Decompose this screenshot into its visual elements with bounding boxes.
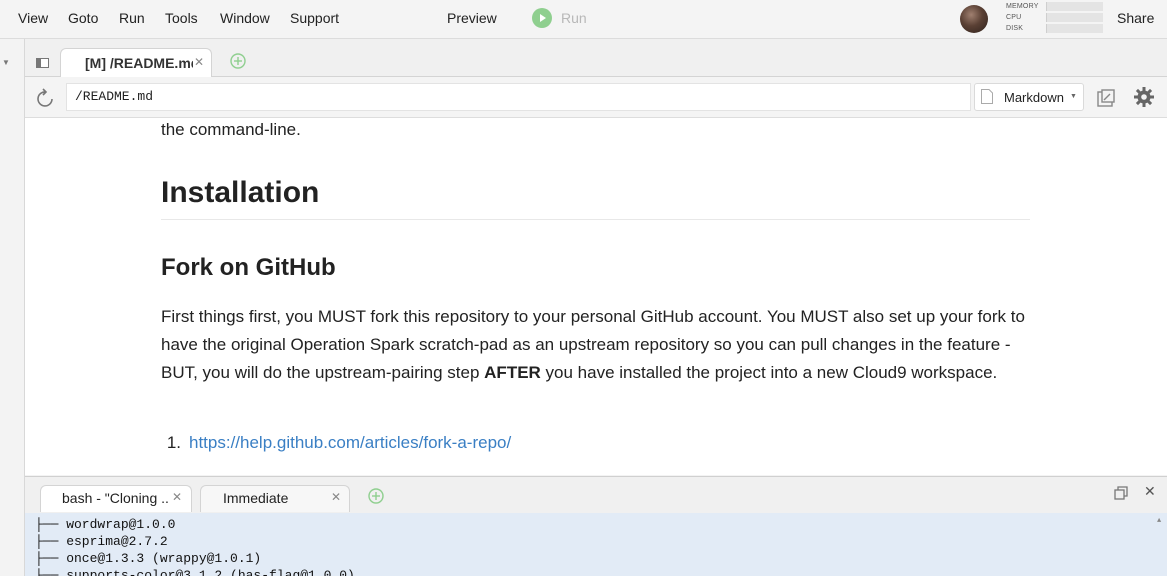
heading-installation: Installation	[161, 176, 320, 209]
run-button[interactable]: Run	[561, 10, 587, 26]
markdown-preview: the command-line. Installation Fork on G…	[25, 118, 1167, 475]
editor-tab-label: [M] /README.md	[85, 55, 193, 71]
refresh-icon[interactable]	[35, 88, 57, 110]
path-input[interactable]: /README.md	[66, 83, 971, 111]
bold-after: AFTER	[484, 363, 541, 382]
avatar[interactable]	[960, 5, 988, 33]
fork-instructions-paragraph: First things first, you MUST fork this r…	[161, 303, 1041, 387]
menu-window[interactable]: Window	[220, 10, 270, 26]
disk-meter-label: DISK	[1006, 25, 1024, 32]
menu-run[interactable]: Run	[119, 10, 145, 26]
menu-tools[interactable]: Tools	[165, 10, 198, 26]
disk-meter	[1046, 24, 1103, 33]
close-bash-tab-icon[interactable]: ✕	[172, 490, 182, 504]
tab-immediate-label: Immediate	[223, 490, 289, 506]
add-tab-icon[interactable]	[230, 53, 246, 69]
scroll-up-icon[interactable]: ▲	[1157, 517, 1161, 525]
restore-panel-icon[interactable]	[1114, 486, 1128, 500]
paragraph-tail: the command-line.	[161, 120, 301, 139]
terminal-line: ├── once@1.3.3 (wrappy@1.0.1)	[35, 551, 262, 566]
run-icon[interactable]	[532, 8, 552, 28]
terminal-line: ├── wordwrap@1.0.0	[35, 517, 176, 532]
fork-repo-link[interactable]: https://help.github.com/articles/fork-a-…	[189, 433, 511, 452]
collapse-arrow-icon[interactable]: ▼	[2, 58, 10, 67]
paragraph-text-end: you have installed the project into a ne…	[540, 363, 998, 382]
language-mode-label: Markdown	[1004, 90, 1064, 105]
menu-view[interactable]: View	[18, 10, 48, 26]
menubar: View Goto Run Tools Window Support Previ…	[0, 0, 1167, 39]
chevron-down-icon: ▼	[1070, 93, 1077, 100]
cpu-meter-label: CPU	[1006, 14, 1022, 21]
terminal-line: ├── supports-color@3.1.2 (has-flag@1.0.0…	[35, 568, 355, 576]
panel-toggle-icon[interactable]	[36, 55, 49, 68]
close-panel-icon[interactable]: ✕	[1144, 483, 1156, 500]
close-tab-icon[interactable]: ✕	[194, 55, 204, 69]
heading-fork-on-github: Fork on GitHub	[161, 254, 336, 281]
document-icon	[981, 89, 993, 104]
add-console-tab-icon[interactable]	[368, 488, 384, 504]
menu-support[interactable]: Support	[290, 10, 339, 26]
heading-divider	[161, 219, 1030, 220]
list-number: 1.	[166, 433, 181, 452]
memory-meter-label: MEMORY	[1006, 3, 1039, 10]
menu-goto[interactable]: Goto	[68, 10, 98, 26]
console-tab-bar	[25, 476, 1167, 514]
memory-meter	[1046, 2, 1103, 11]
close-immediate-tab-icon[interactable]: ✕	[331, 490, 341, 504]
left-panel-gutter	[0, 39, 25, 576]
share-button[interactable]: Share	[1117, 10, 1154, 26]
cpu-meter	[1046, 13, 1103, 22]
popout-icon[interactable]	[1096, 88, 1116, 108]
terminal-output[interactable]: ├── wordwrap@1.0.0 ├── esprima@2.7.2 ├──…	[25, 513, 1167, 576]
list-item: 1. https://help.github.com/articles/fork-…	[161, 433, 511, 453]
terminal-line: ├── esprima@2.7.2	[35, 534, 168, 549]
preview-button[interactable]: Preview	[447, 10, 497, 26]
tab-bash-label: bash - "Cloning ..	[62, 490, 169, 506]
gear-icon[interactable]	[1133, 86, 1155, 108]
